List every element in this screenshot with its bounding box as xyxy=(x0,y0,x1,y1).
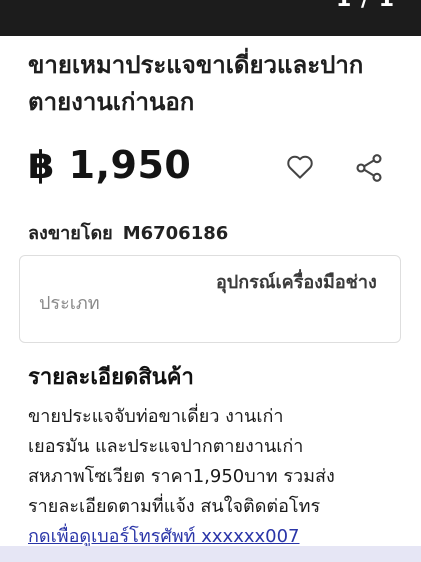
seller-info: ลงขายโดย M6706186 xyxy=(28,218,228,247)
description-line: รายละเอียดตามที่แจ้ง สนใจติดต่อโทร xyxy=(28,496,321,517)
description-line: ขายประแจจับท่อขาเดี่ยว งานเก่า xyxy=(28,406,284,427)
category-card: ประเภท อุปกรณ์เครื่องมือช่าง xyxy=(19,255,401,343)
bottom-action-bar xyxy=(0,546,421,562)
seller-id[interactable]: M6706186 xyxy=(123,223,229,244)
share-icon xyxy=(356,154,382,182)
category-label: ประเภท xyxy=(39,293,100,314)
favorite-button[interactable] xyxy=(285,152,315,182)
description-heading: รายละเอียดสินค้า xyxy=(28,365,194,390)
category-value: อุปกรณ์เครื่องมือช่าง xyxy=(216,272,377,293)
listing-title: ขายเหมาประแจขาเดี่ยวและปากตายงานเก่านอก xyxy=(28,51,364,116)
seller-label: ลงขายโดย xyxy=(28,223,113,244)
heart-icon xyxy=(287,155,313,179)
image-gallery-bar: 1 / 1 xyxy=(0,0,421,36)
share-button[interactable] xyxy=(353,152,385,184)
listing-price: ฿ 1,950 xyxy=(28,143,192,187)
description-line: สหภาพโซเวียต ราคา1,950บาท รวมส่ง xyxy=(28,466,335,487)
description-body: ขายประแจจับท่อขาเดี่ยว งานเก่า เยอรมัน แ… xyxy=(28,402,408,552)
image-page-indicator: 1 / 1 xyxy=(336,0,395,12)
description-line: เยอรมัน และประแจปากตายงานเก่า xyxy=(28,436,304,457)
